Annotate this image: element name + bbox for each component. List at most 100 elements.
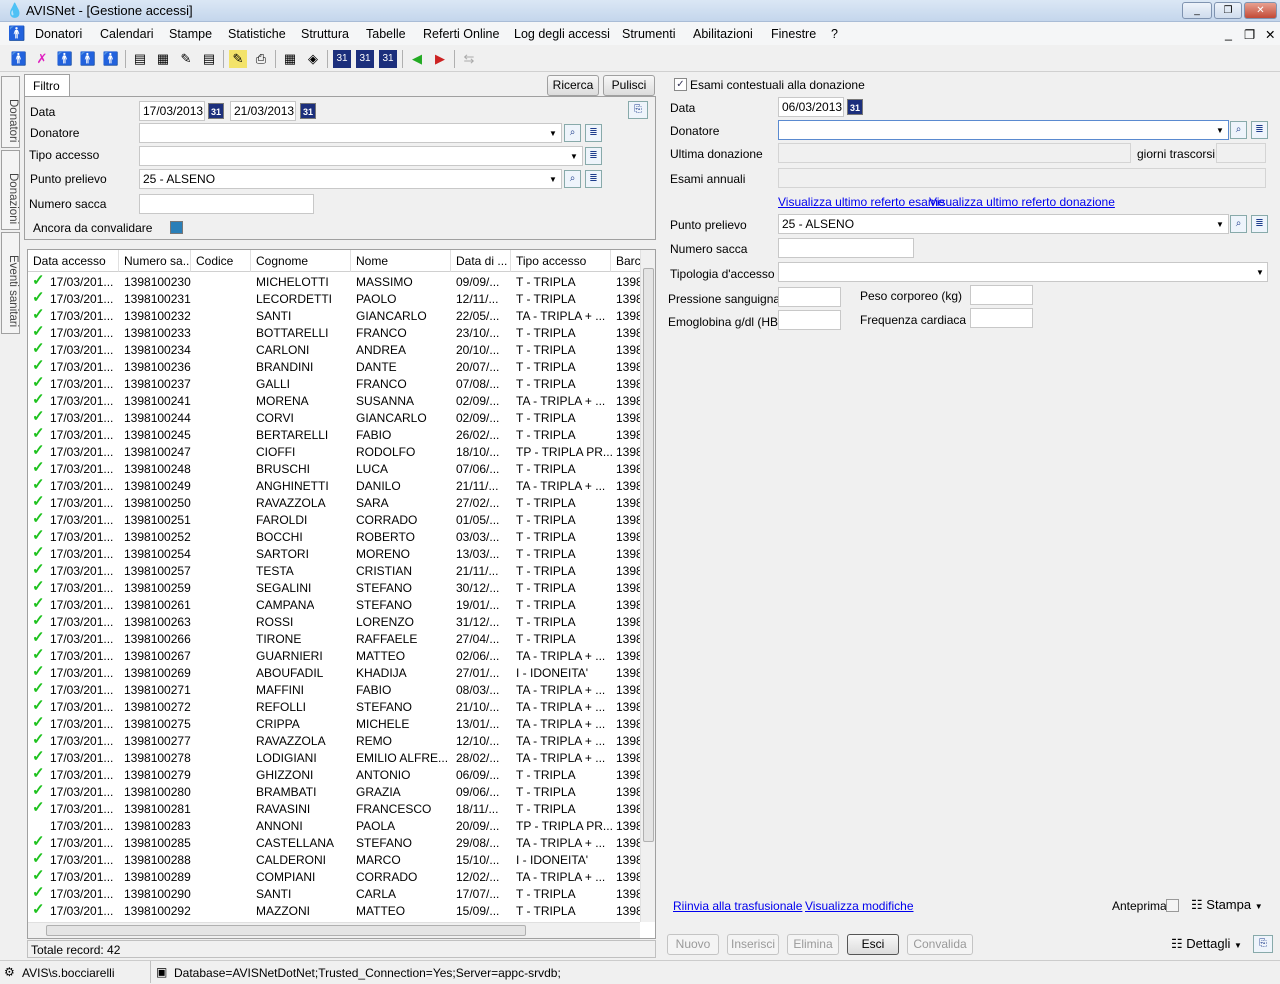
calendar-icon[interactable]: 31 <box>847 99 863 115</box>
menu-strumenti[interactable]: Strumenti <box>622 27 676 41</box>
link-riinvia-trasfusionale[interactable]: Riinvia alla trasfusionale <box>673 899 802 913</box>
dettagli-dropdown[interactable]: ☷ Dettagli ▼ <box>1171 936 1242 952</box>
vertical-scrollbar[interactable] <box>640 250 655 922</box>
column-header-cognome[interactable]: Cognome <box>251 250 351 272</box>
stampa-dropdown[interactable]: ☷ Stampa ▼ <box>1191 897 1263 913</box>
menu-stampe[interactable]: Stampe <box>169 27 212 41</box>
chevron-down-icon[interactable]: ▼ <box>1256 268 1264 277</box>
table-row[interactable]: ✓ 17/03/201... 1398100259 SEGALINI STEFANO 30… <box>28 579 643 596</box>
menu-calendari[interactable]: Calendari <box>100 27 154 41</box>
child-close-button[interactable]: ✕ <box>1265 27 1275 42</box>
table-row[interactable]: ✓ 17/03/201... 1398100241 MORENA SUSANNA 02/0… <box>28 392 643 409</box>
table-row[interactable]: ✓ 17/03/201... 1398100233 BOTTARELLI FRANCO 2… <box>28 324 643 341</box>
table-row[interactable]: ✓ 17/03/201... 1398100249 ANGHINETTI DANILO 2… <box>28 477 643 494</box>
list-icon[interactable]: ≣ <box>585 147 602 165</box>
date-to-field[interactable]: 21/03/2013 <box>230 101 296 121</box>
card-icon[interactable]: ▤ <box>131 50 149 68</box>
table-row[interactable]: ✓ 17/03/201... 1398100261 CAMPANA STEFANO 19/… <box>28 596 643 613</box>
side-tab-eventi-sanitari[interactable]: Eventi sanitari <box>1 232 20 334</box>
table-row[interactable]: ✓ 17/03/201... 1398100275 CRIPPA MICHELE 13/0… <box>28 715 643 732</box>
table-row[interactable]: ✓ 17/03/201... 1398100257 TESTA CRISTIAN 21/1… <box>28 562 643 579</box>
edit-card-icon[interactable]: ✎ <box>177 50 195 68</box>
search-icon[interactable]: ⌕ <box>564 170 581 188</box>
table-row[interactable]: ✓ 17/03/201... 1398100247 CIOFFI RODOLFO 18/1… <box>28 443 643 460</box>
calendar-icon[interactable]: 31 <box>379 50 397 68</box>
table-row[interactable]: ✓ 17/03/201... 1398100290 SANTI CARLA 17/07/.… <box>28 885 643 902</box>
chevron-down-icon[interactable]: ▼ <box>549 175 557 184</box>
search-button[interactable]: Ricerca <box>547 75 599 96</box>
edit-donor-icon[interactable]: 🚹 <box>102 50 120 68</box>
table-row[interactable]: ✓ 17/03/201... 1398100236 BRANDINI DANTE 20/0… <box>28 358 643 375</box>
peso-field[interactable] <box>970 285 1033 305</box>
table-row[interactable]: 17/03/201... 1398100283 ANNONI PAOLA 20/09/.… <box>28 817 643 834</box>
table-row[interactable]: ✓ 17/03/201... 1398100252 BOCCHI ROBERTO 03/0… <box>28 528 643 545</box>
link-ultimo-referto-esame[interactable]: Visualizza ultimo referto esame <box>778 195 945 209</box>
table-row[interactable]: ✓ 17/03/201... 1398100231 LECORDETTI PAOLO 12… <box>28 290 643 307</box>
list-icon[interactable]: ≣ <box>1251 215 1268 233</box>
frequenza-field[interactable] <box>970 308 1033 328</box>
anteprima-checkbox[interactable] <box>1166 899 1179 912</box>
list-icon[interactable]: ≣ <box>585 170 602 188</box>
tipo-accesso-combo[interactable] <box>139 146 583 166</box>
column-header-nome[interactable]: Nome <box>351 250 451 272</box>
calendar-icon[interactable]: 31 <box>208 103 224 119</box>
transfer-donor-icon[interactable]: 🚹 <box>56 50 74 68</box>
printer-icon[interactable]: ⎙ <box>252 50 270 68</box>
table-row[interactable]: ✓ 17/03/201... 1398100279 GHIZZONI ANTONIO 06… <box>28 766 643 783</box>
menu-struttura[interactable]: Struttura <box>301 27 349 41</box>
vertical-scroll-thumb[interactable] <box>643 268 654 842</box>
column-header-barcode[interactable]: Barc <box>611 250 641 272</box>
menu-abilitazioni[interactable]: Abilitazioni <box>693 27 753 41</box>
donor-icon[interactable]: 🚹 <box>10 50 28 68</box>
table-row[interactable]: ✓ 17/03/201... 1398100280 BRAMBATI GRAZIA 09/… <box>28 783 643 800</box>
chevron-down-icon[interactable]: ▼ <box>1216 126 1224 135</box>
menu-log-accessi[interactable]: Log degli accessi <box>514 27 610 41</box>
cards-icon[interactable]: ▦ <box>154 50 172 68</box>
table-row[interactable]: ✓ 17/03/201... 1398100267 GUARNIERI MATTEO 02… <box>28 647 643 664</box>
column-header-data-accesso[interactable]: Data accesso <box>28 250 119 272</box>
child-restore-button[interactable]: ❐ <box>1244 27 1255 42</box>
table-row[interactable]: ✓ 17/03/201... 1398100269 ABOUFADIL KHADIJA 2… <box>28 664 643 681</box>
table-row[interactable]: ✓ 17/03/201... 1398100232 SANTI GIANCARLO 22/… <box>28 307 643 324</box>
link-ultimo-referto-donazione[interactable]: Visualizza ultimo referto donazione <box>929 195 1115 209</box>
list-icon[interactable]: ≣ <box>585 124 602 142</box>
menu-finestre[interactable]: Finestre <box>771 27 816 41</box>
table-row[interactable]: ✓ 17/03/201... 1398100237 GALLI FRANCO 07/08/… <box>28 375 643 392</box>
search-icon[interactable]: ⌕ <box>1230 215 1247 233</box>
column-header-codice[interactable]: Codice <box>191 250 251 272</box>
table-row[interactable]: ✓ 17/03/201... 1398100250 RAVAZZOLA SARA 27/0… <box>28 494 643 511</box>
pressione-field[interactable] <box>778 287 841 307</box>
side-tab-donazioni[interactable]: Donazioni <box>1 150 20 230</box>
table-row[interactable]: ✓ 17/03/201... 1398100248 BRUSCHI LUCA 07/06/… <box>28 460 643 477</box>
column-header-data-nascita[interactable]: Data di ... <box>451 250 511 272</box>
arrow-left-icon[interactable]: ◀ <box>408 50 426 68</box>
emoglobina-field[interactable] <box>778 310 841 330</box>
menu-tabelle[interactable]: Tabelle <box>366 27 406 41</box>
table-row[interactable]: ✓ 17/03/201... 1398100234 CARLONI ANDREA 20/1… <box>28 341 643 358</box>
detail-punto-prelievo-combo[interactable]: 25 - ALSENO <box>778 214 1229 234</box>
elimina-button[interactable]: Elimina <box>787 934 839 955</box>
donor-screen-icon[interactable]: 🚹 <box>79 50 97 68</box>
table-row[interactable]: ✓ 17/03/201... 1398100278 LODIGIANI EMILIO A… <box>28 749 643 766</box>
delete-donor-icon[interactable]: ✗ <box>33 50 51 68</box>
calendar-icon[interactable]: 31 <box>300 103 316 119</box>
link-visualizza-modifiche[interactable]: Visualizza modifiche <box>805 899 914 913</box>
numero-sacca-field[interactable] <box>139 194 314 214</box>
table-row[interactable]: ✓ 17/03/201... 1398100288 CALDERONI MARCO 15/… <box>28 851 643 868</box>
detail-numero-sacca-field[interactable] <box>778 238 914 258</box>
table-row[interactable]: ✓ 17/03/201... 1398100277 RAVAZZOLA REMO 12/1… <box>28 732 643 749</box>
table-row[interactable]: ✓ 17/03/201... 1398100292 MAZZONI MATTEO 15/0… <box>28 902 643 919</box>
child-minimize-button[interactable]: _ <box>1225 27 1232 41</box>
donatore-combo[interactable] <box>139 123 562 143</box>
minimize-button[interactable]: _ <box>1182 2 1212 19</box>
table-row[interactable]: ✓ 17/03/201... 1398100271 MAFFINI FABIO 08/03… <box>28 681 643 698</box>
tab-filtro[interactable]: Filtro <box>24 74 70 97</box>
ancora-convalidare-checkbox[interactable] <box>170 221 183 234</box>
column-header-tipo-accesso[interactable]: Tipo accesso <box>511 250 611 272</box>
arrow-right-icon[interactable]: ▶ <box>431 50 449 68</box>
menu-statistiche[interactable]: Statistiche <box>228 27 286 41</box>
punto-prelievo-combo[interactable]: 25 - ALSENO <box>139 169 562 189</box>
swap-icon[interactable]: ⇆ <box>460 50 478 68</box>
notes-icon[interactable]: ✎ <box>229 50 247 68</box>
export-icon[interactable]: ⎘ <box>1253 935 1273 953</box>
